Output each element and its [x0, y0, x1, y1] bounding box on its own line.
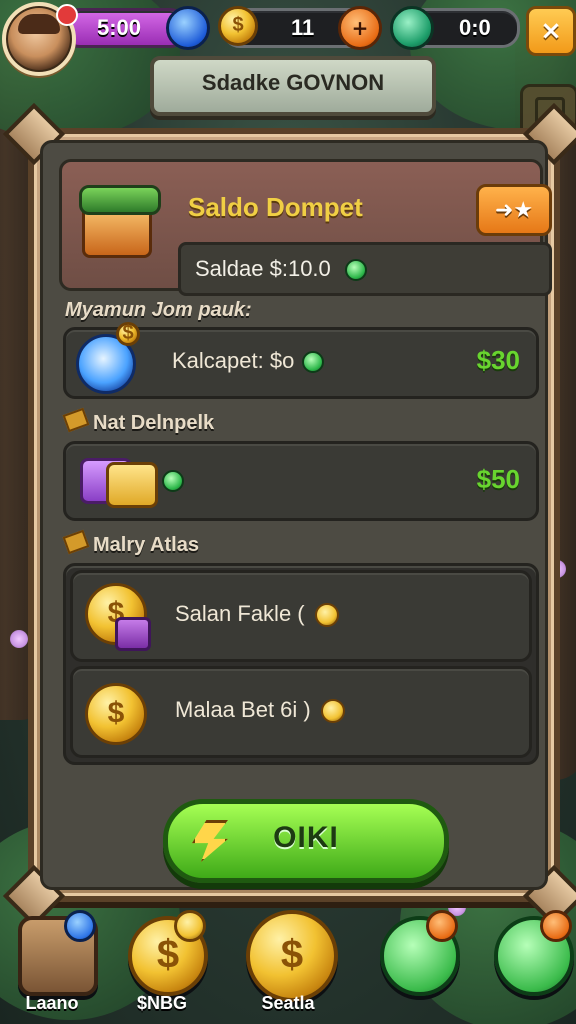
balance-field: Saldae $:10.0: [178, 242, 552, 296]
green-gem-icon: [162, 470, 184, 492]
section-title-2: Nat Delnpelk: [62, 407, 215, 435]
gift-box-icon: [115, 617, 151, 651]
close-button[interactable]: ×: [526, 6, 576, 56]
notification-dot: [56, 4, 78, 26]
section-title-1: Myamun Jom pauk:: [65, 299, 252, 321]
section-title-3: Malry Atlas: [62, 529, 199, 557]
section-title-3-text: Malry Atlas: [93, 534, 199, 556]
balance-text: Saldae $:10.0: [195, 256, 367, 282]
section-title-2-text: Nat Delnpelk: [93, 412, 215, 434]
nav-item-3-label: Seatla: [261, 993, 315, 1013]
green-gem-icon: [344, 259, 367, 282]
list-item-1[interactable]: Salan Fakle (: [70, 570, 532, 662]
offer-2-price: $50: [476, 464, 520, 494]
nav-item-5[interactable]: [476, 910, 576, 1014]
flower: [10, 630, 28, 648]
badge-icon: [426, 910, 458, 942]
wallet-title: Saldo Dompet: [188, 192, 363, 222]
items-list-card: Salan Fakle ( Malaa Bet 6i ): [63, 563, 539, 765]
plant-leaves: [79, 185, 161, 215]
list-item-2[interactable]: Malaa Bet 6i ): [70, 666, 532, 758]
avatar-hair: [18, 14, 60, 34]
plus-icon[interactable]: +: [338, 6, 382, 50]
title-banner: Sdadke GOVNON: [150, 56, 436, 116]
green-gem-icon: [302, 351, 325, 374]
top-hud: 5:00 11 + 0:0 ×: [0, 0, 576, 76]
panel-inner: Saldo Dompet ➜★ Saldae $:10.0 Myamun Jom…: [40, 140, 552, 890]
offer-1-label: Kalcapet: $o: [172, 348, 325, 374]
nav-item-2-label: $NBG: [136, 993, 187, 1013]
tag-icon: [62, 407, 90, 433]
ticket-gold: [106, 462, 158, 508]
wallet-header: Saldo Dompet ➜★ Saldae $:10.0: [59, 159, 552, 296]
coin-icon: [320, 699, 345, 724]
nav-item-4[interactable]: [362, 910, 466, 1014]
coin-icon: [246, 910, 338, 1002]
coin-icon: [218, 6, 258, 46]
resource-coins-value: 11: [291, 15, 315, 40]
resource-purple-value: 5:00: [97, 15, 142, 40]
tickets-icon: [80, 454, 158, 508]
blue-gem-icon[interactable]: [166, 6, 210, 50]
header-action-button[interactable]: ➜★: [476, 184, 552, 236]
list-item-2-text: Malaa Bet 6i ): [175, 697, 311, 722]
ok-button-label: OIKI: [273, 821, 339, 854]
close-icon: ×: [540, 16, 562, 46]
badge-icon: [540, 910, 572, 942]
offer-card-2[interactable]: $50: [63, 441, 539, 521]
balance-value: Saldae $:10.0: [195, 256, 331, 281]
list-item-1-text: Salan Fakle (: [175, 601, 305, 626]
nav-item-1[interactable]: Laano: [0, 910, 104, 1014]
green-gem-icon: [390, 6, 434, 50]
coin-icon: [116, 322, 140, 346]
title-banner-text: Sdadke GOVNON: [201, 70, 385, 95]
nav-item-1-label: Laano: [25, 993, 79, 1013]
tag-icon: [62, 529, 90, 555]
resource-green-value: 0:0: [459, 15, 491, 40]
nav-item-3[interactable]: Seatla: [236, 910, 340, 1014]
offer-1-text: Kalcapet: $o: [172, 348, 295, 373]
wallet-panel: Saldo Dompet ➜★ Saldae $:10.0 Myamun Jom…: [2, 102, 576, 928]
player-avatar[interactable]: [2, 2, 78, 76]
coin-icon: [314, 603, 339, 628]
list-item-2-label: Malaa Bet 6i ): [175, 697, 345, 724]
coin-icon: [85, 683, 147, 745]
plant-chest-icon: [79, 185, 161, 258]
nav-item-2[interactable]: $NBG: [110, 910, 214, 1014]
arrow-star-icon: ➜★: [494, 197, 534, 223]
list-item-1-label: Salan Fakle (: [175, 601, 339, 628]
bottom-nav: Laano $NBG Seatla: [0, 910, 576, 1024]
ok-button[interactable]: OIKI: [163, 799, 449, 883]
badge-icon: [64, 910, 96, 942]
offer-card-1[interactable]: Kalcapet: $o $30: [63, 322, 539, 399]
offer-1-price: $30: [476, 345, 520, 375]
badge-icon: [174, 910, 206, 942]
